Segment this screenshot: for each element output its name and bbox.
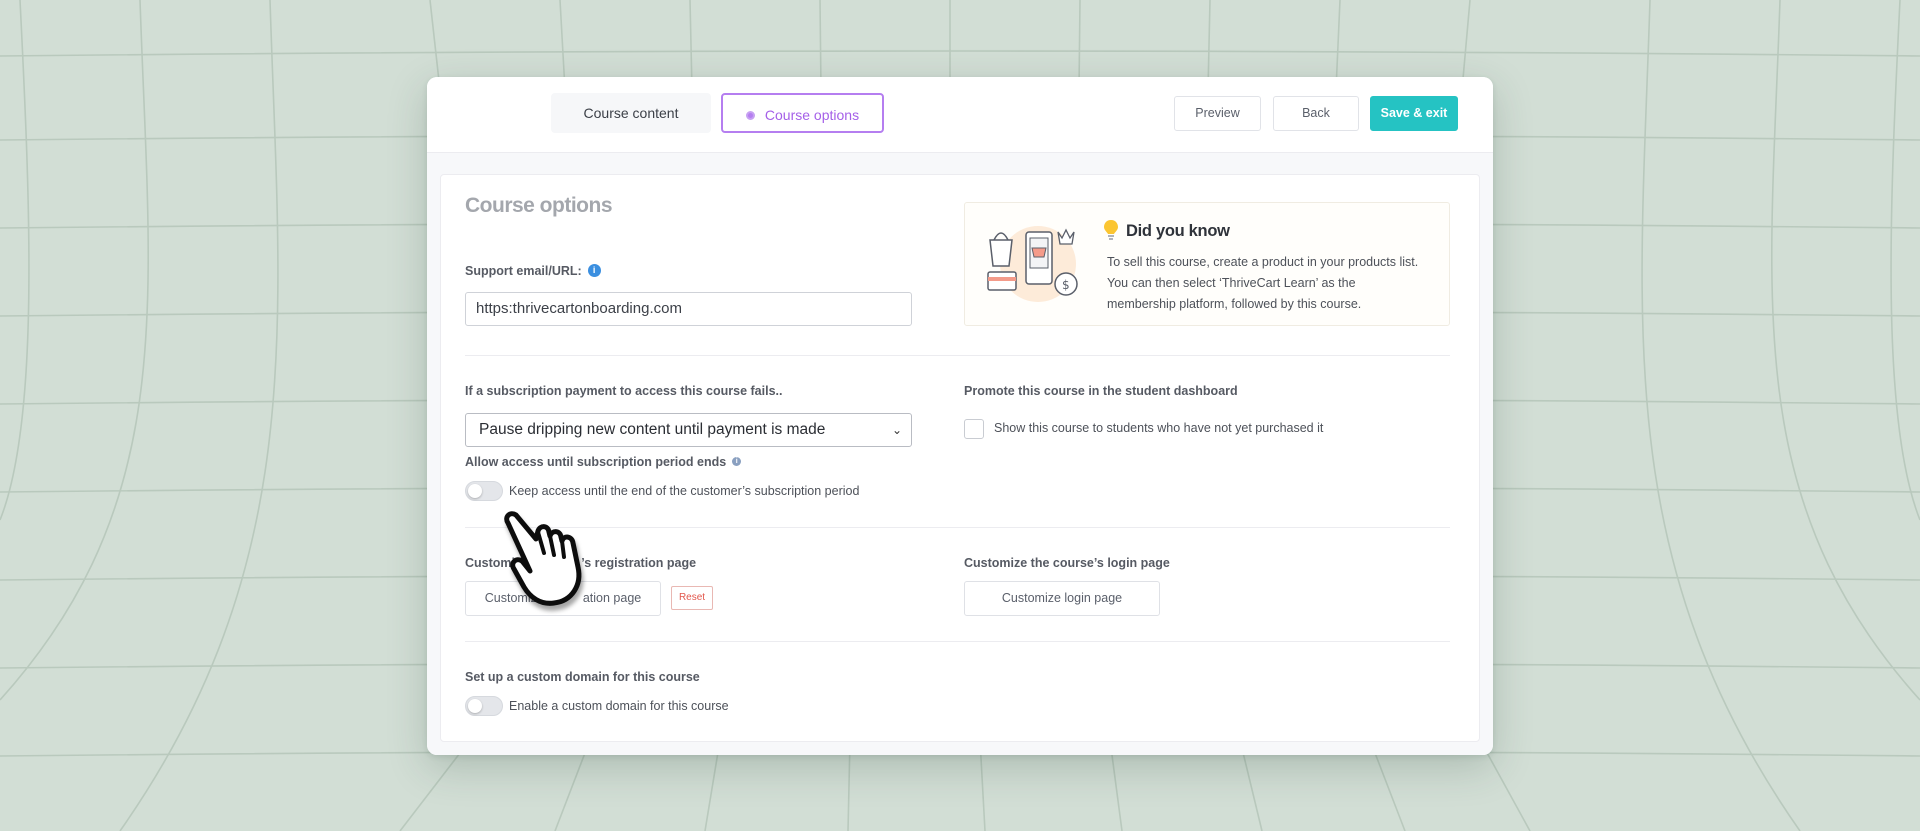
divider	[465, 527, 1450, 528]
subscription-fail-select[interactable]: Pause dripping new content until payment…	[465, 413, 912, 447]
page-title: Course options	[465, 194, 613, 217]
support-email-label-text: Support email/URL:	[465, 264, 582, 278]
info-icon[interactable]: i	[587, 264, 601, 278]
tab-course-content-label: Course content	[583, 105, 679, 121]
allow-access-label-text: Allow access until subscription period e…	[465, 455, 727, 469]
did-you-know-text: To sell this course, create a product in…	[1107, 255, 1419, 311]
tab-course-content[interactable]: Course content	[551, 93, 711, 133]
subscription-fail-label: If a subscription payment to access this…	[465, 384, 783, 398]
tab-course-options[interactable]: Course options	[721, 93, 884, 133]
custom-domain-toggle[interactable]	[465, 696, 503, 716]
keep-access-toggle[interactable]	[465, 481, 503, 501]
lightbulb-icon	[1104, 220, 1118, 240]
back-button[interactable]: Back	[1273, 96, 1359, 131]
tab-course-options-label: Course options	[764, 107, 860, 123]
customize-login-button[interactable]: Customize login page	[964, 581, 1160, 616]
chevron-down-icon: ⌄	[891, 423, 902, 437]
radio-dot-icon	[745, 110, 755, 120]
info-icon[interactable]: i	[732, 457, 742, 467]
shopping-illustration-icon: $	[987, 226, 1078, 302]
custom-domain-label: Set up a custom domain for this course	[465, 670, 700, 684]
divider	[465, 641, 1450, 642]
allow-access-label: Allow access until subscription period e…	[465, 455, 742, 469]
svg-text:$: $	[1062, 278, 1070, 292]
promote-checkbox[interactable]	[964, 419, 984, 439]
custom-domain-toggle-label: Enable a custom domain for this course	[509, 699, 729, 713]
reset-button[interactable]: Reset	[671, 586, 713, 610]
support-email-input[interactable]: https:thrivecartonboarding.com	[465, 292, 912, 326]
promote-checkbox-label: Show this course to students who have no…	[994, 421, 1324, 435]
subscription-fail-selected: Pause dripping new content until payment…	[479, 421, 826, 438]
pointer-hand-cursor-icon	[504, 511, 582, 606]
did-you-know-title: Did you know	[1126, 222, 1230, 240]
save-exit-button[interactable]: Save & exit	[1370, 96, 1458, 131]
promote-label: Promote this course in the student dashb…	[964, 384, 1238, 398]
top-bar: Course content Course options Preview Ba…	[427, 77, 1493, 153]
divider	[465, 355, 1450, 356]
preview-button[interactable]: Preview	[1174, 96, 1261, 131]
login-page-label: Customize the course’s login page	[964, 556, 1170, 570]
support-email-label: Support email/URL: i	[465, 264, 601, 278]
keep-access-label: Keep access until the end of the custome…	[509, 484, 860, 498]
